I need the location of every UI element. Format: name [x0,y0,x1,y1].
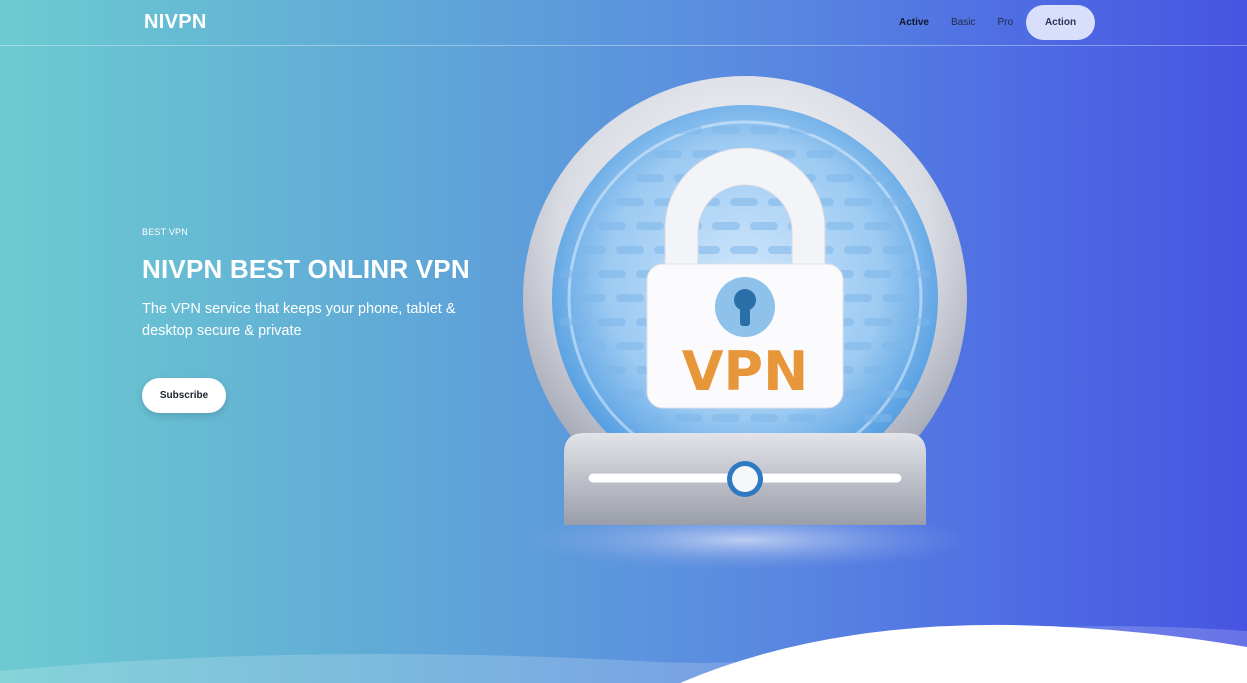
globe-pattern-dash [826,174,854,182]
globe-pattern-dash [578,342,606,350]
globe-pattern-dash [616,294,644,302]
globe-pattern-dash [654,150,682,158]
globe-pattern-dash [826,222,854,230]
globe-pattern-dash [616,342,644,350]
globe-pattern-dash [844,198,872,206]
globe-pattern-dash [750,222,778,230]
lock-vpn-text: VPN [682,340,809,403]
bottom-wave [0,624,1247,683]
action-button[interactable]: Action [1026,5,1095,40]
globe-pattern-dash [864,174,892,182]
globe-pattern-dash [864,366,892,374]
globe-pattern-dash [864,414,892,422]
globe-pattern-dash [712,222,740,230]
vpn-lock-globe-illustration: VPN [500,60,990,590]
globe-pattern-dash [844,342,872,350]
globe-pattern-dash [636,414,664,422]
globe-pattern-dash [578,294,606,302]
globe-pattern-dash [750,126,778,134]
globe-pattern-dash [560,270,588,278]
globe-pattern-dash [788,126,816,134]
globe-pattern-dash [882,390,910,398]
globe-pattern-dash [844,390,872,398]
globe-pattern-dash [598,366,626,374]
globe-pattern-dash [882,342,910,350]
globe-pattern-dash [902,270,930,278]
hero-eyebrow: BEST VPN [142,227,188,237]
nav-link-pro[interactable]: Pro [986,5,1024,40]
top-navigation-bar: NIVPN Active Basic Pro Action [0,0,1247,46]
globe-pattern-dash [806,150,834,158]
globe-pattern-dash [882,246,910,254]
globe-pattern-dash [844,294,872,302]
globe-pattern-dash [864,318,892,326]
vpn-lock-globe-icon: VPN [517,76,973,570]
globe-pattern-dash [712,414,740,422]
globe-pattern-dash [882,294,910,302]
globe-pattern-dash [730,246,758,254]
globe-pattern-dash [636,174,664,182]
hero-title: NIVPN BEST ONLINR VPN [142,254,470,284]
globe-pattern-dash [616,390,644,398]
globe-pattern-dash [616,246,644,254]
brand-logo[interactable]: NIVPN [144,11,207,34]
globe-pattern-dash [826,414,854,422]
globe-pattern-dash [902,318,930,326]
globe-pattern-dash [864,270,892,278]
globe-pattern-dash [864,222,892,230]
globe-pattern-dash [616,198,644,206]
main-nav: Active Basic Pro Action [888,5,1095,40]
globe-pattern-dash [844,246,872,254]
globe-pattern-dash [598,318,626,326]
globe-pattern-dash [712,126,740,134]
globe-pattern-dash [882,198,910,206]
globe-pattern-dash [674,126,702,134]
globe-pattern-dash [578,246,606,254]
globe-pattern-dash [560,318,588,326]
globe-pattern-dash [598,270,626,278]
globe-pattern-dash [788,414,816,422]
nav-link-basic[interactable]: Basic [940,5,986,40]
nav-link-active[interactable]: Active [888,5,940,40]
globe-pattern-dash [598,222,626,230]
subscribe-button[interactable]: Subscribe [142,378,226,413]
globe-pattern-dash [674,414,702,422]
globe-pattern-dash [636,222,664,230]
globe-pattern-dash [750,414,778,422]
hero-subtitle: The VPN service that keeps your phone, t… [142,301,456,339]
globe-pattern-dash [730,198,758,206]
